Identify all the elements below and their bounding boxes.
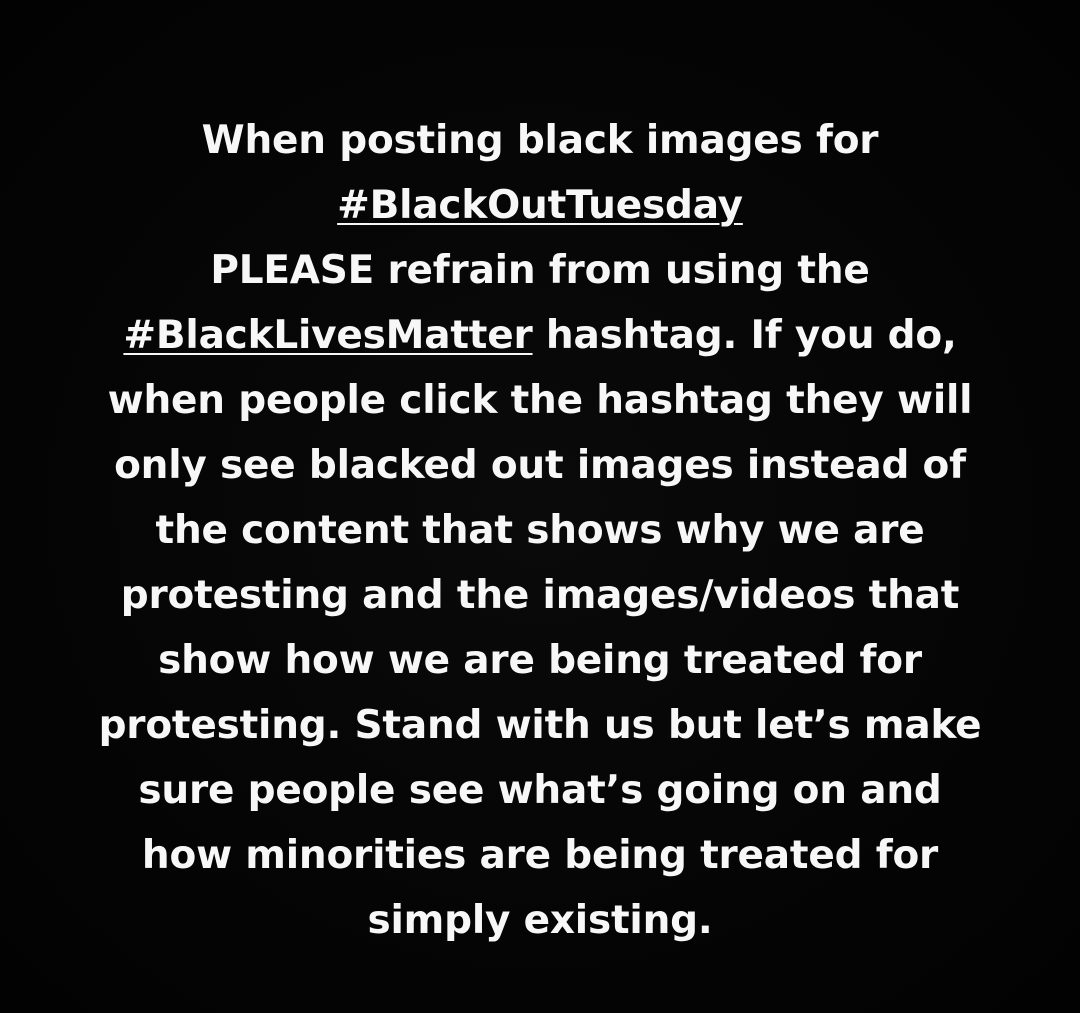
message-line: when people click the hashtag they will [40,368,1040,433]
message-line: only see blacked out images instead of [40,433,1040,498]
line-text: when people click the hashtag they will [107,378,973,423]
hashtag-blackouttuesday-link[interactable]: #BlackOutTuesday [337,183,743,228]
line-text: hashtag. If you do, [532,313,957,358]
story-message: When posting black images for #BlackOutT… [40,108,1040,953]
line-text: sure people see what’s going on and [138,768,942,813]
message-line: show how we are being treated for [40,628,1040,693]
line-text: PLEASE refrain from using the [210,248,870,293]
line-text: how minorities are being treated for [141,833,939,878]
message-line: the content that shows why we are [40,498,1040,563]
line-text: protesting. Stand with us but let’s make [98,703,982,748]
message-line: When posting black images for [40,108,1040,173]
message-line: #BlackOutTuesday [40,173,1040,238]
message-line: simply existing. [40,888,1040,953]
message-line: PLEASE refrain from using the [40,238,1040,303]
message-line: protesting and the images/videos that [40,563,1040,628]
message-line: #BlackLivesMatter hashtag. If you do, [40,303,1040,368]
line-text: only see blacked out images instead of [114,443,966,488]
story-canvas: When posting black images for #BlackOutT… [0,0,1080,1013]
message-line: sure people see what’s going on and [40,758,1040,823]
line-text: protesting and the images/videos that [120,573,960,618]
message-line: protesting. Stand with us but let’s make [40,693,1040,758]
message-line: how minorities are being treated for [40,823,1040,888]
hashtag-blacklivesmatter-link[interactable]: #BlackLivesMatter [123,313,532,358]
line-text: show how we are being treated for [158,638,922,683]
line-text: simply existing. [367,898,713,943]
line-text: When posting black images for [201,118,879,163]
line-text: the content that shows why we are [155,508,925,553]
